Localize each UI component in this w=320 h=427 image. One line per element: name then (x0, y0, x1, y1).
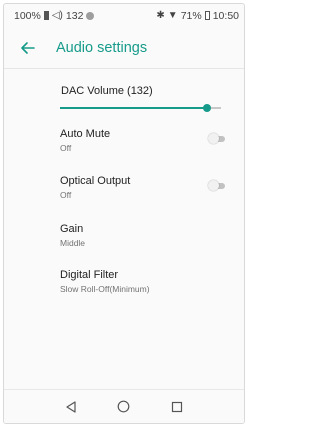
dac-volume-slider[interactable] (60, 103, 221, 113)
status-left: 100% ◁) 132 (14, 9, 95, 22)
optical-output-value: Off (60, 190, 72, 200)
digital-filter-row[interactable]: Digital Filter Slow Roll-Off(Minimum) (4, 269, 244, 309)
auto-mute-value: Off (60, 143, 72, 153)
back-button[interactable] (18, 38, 38, 58)
dac-volume-label: DAC Volume (132) (61, 85, 153, 97)
nav-back-button[interactable] (63, 399, 79, 415)
auto-mute-toggle[interactable] (208, 133, 226, 144)
clock: 10:50 (212, 9, 239, 22)
page-title: Audio settings (56, 39, 148, 56)
optical-output-toggle[interactable] (208, 180, 226, 191)
status-right: ✱ ▼ 71% 10:50 (156, 10, 239, 22)
app-bar: Audio settings (4, 27, 244, 69)
digital-filter-value: Slow Roll-Off(Minimum) (60, 284, 150, 294)
auto-mute-row[interactable]: Auto Mute Off (4, 128, 244, 168)
back-triangle-icon (66, 400, 76, 413)
battery-icon (43, 11, 49, 20)
wifi-icon: ▼ (167, 10, 178, 21)
optical-output-row[interactable]: Optical Output Off (4, 175, 244, 215)
gain-title: Gain (60, 223, 84, 235)
recents-square-icon (172, 401, 183, 412)
battery-icon (204, 11, 210, 20)
nav-recents-button[interactable] (169, 399, 185, 415)
volume-value: 132 (65, 9, 84, 22)
navigation-bar (4, 389, 244, 423)
auto-mute-title: Auto Mute (60, 128, 111, 140)
arrow-left-icon (21, 41, 35, 54)
battery-percent: 100% (14, 9, 41, 22)
switch-thumb (208, 180, 219, 191)
slider-thumb[interactable] (202, 104, 211, 112)
home-circle-icon (118, 400, 130, 413)
speaker-icon: ◁) (51, 10, 63, 21)
bluetooth-icon: ✱ (156, 10, 165, 21)
battery-right-percent: 71% (180, 9, 202, 22)
gain-value: Middle (60, 238, 86, 248)
optical-output-title: Optical Output (60, 175, 131, 187)
nav-home-button[interactable] (116, 399, 132, 415)
phone-screen: 100% ◁) 132 ✱ ▼ 71% 10:50 Audio settings… (3, 3, 245, 424)
switch-thumb (208, 133, 219, 144)
slider-fill (60, 107, 207, 109)
gain-row[interactable]: Gain Middle (4, 223, 244, 263)
status-bar: 100% ◁) 132 ✱ ▼ 71% 10:50 (4, 4, 244, 27)
digital-filter-title: Digital Filter (60, 269, 119, 281)
circle-icon (86, 11, 95, 20)
